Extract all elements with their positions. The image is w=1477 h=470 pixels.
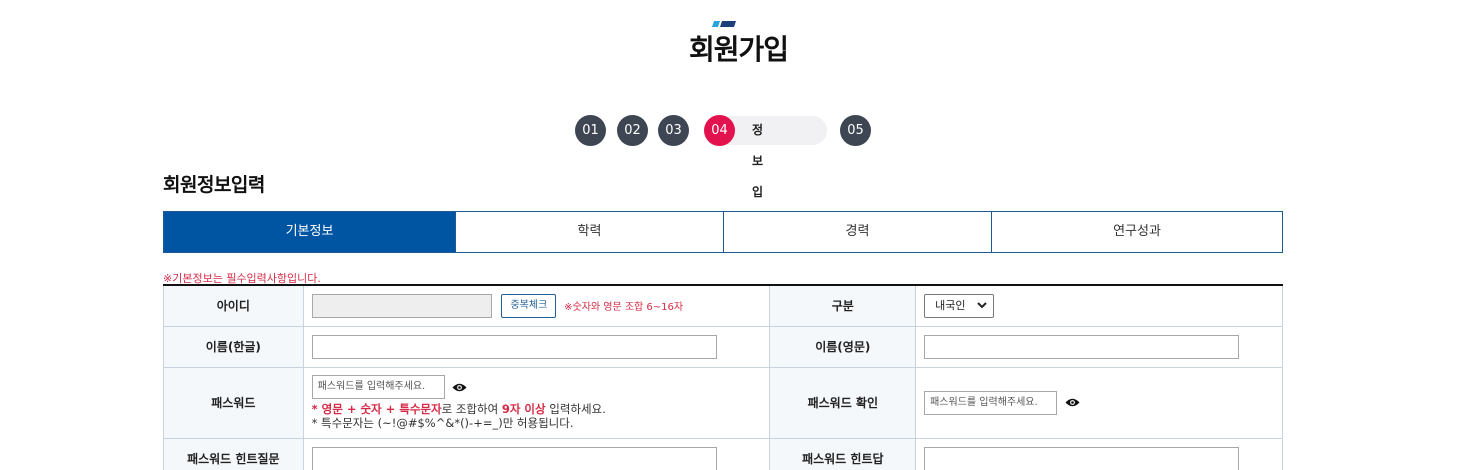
help-highlight-length: 9자 이상 (501, 402, 546, 416)
chevron-down-icon (977, 302, 987, 309)
step-05: 05 (840, 115, 871, 146)
name-kr-cell (302, 325, 771, 368)
password-input[interactable]: 패스워드를 입력해주세요. (311, 375, 445, 399)
hint-answer-cell (915, 437, 1283, 470)
eye-icon[interactable] (1065, 397, 1080, 408)
id-label: 아이디 (163, 284, 304, 327)
tab-basic-info[interactable]: 기본정보 (164, 212, 455, 252)
help-suffix: 입력하세요. (545, 402, 606, 416)
type-select-value: 내국인 (935, 298, 966, 312)
hint-answer-input[interactable] (924, 446, 1240, 470)
id-input[interactable] (311, 293, 492, 318)
row-id: 아이디 중복체크 ※숫자와 영문 조합 6~16자 구분 내국인 (163, 284, 1283, 327)
tab-education[interactable]: 학력 (455, 212, 723, 252)
tab-career[interactable]: 경력 (723, 212, 991, 252)
row-password: 패스워드 패스워드를 입력해주세요. * 영문 + 숫자 + 특수문자로 조합하… (163, 366, 1283, 439)
section-title: 회원정보입력 (163, 174, 265, 196)
password-cell: 패스워드를 입력해주세요. * 영문 + 숫자 + 특수문자로 조합하여 9자 … (302, 366, 771, 439)
duplicate-check-button[interactable]: 중복체크 (501, 293, 557, 318)
step-04: 04 (704, 115, 735, 146)
row-name: 이름(한글) 이름(영문) (163, 325, 1283, 368)
member-form: 아이디 중복체크 ※숫자와 영문 조합 6~16자 구분 내국인 이름(한글) … (163, 284, 1283, 470)
name-en-input[interactable] (924, 334, 1240, 359)
row-hint: 패스워드 힌트질문 패스워드 힌트답 (163, 437, 1283, 470)
type-cell: 내국인 (915, 284, 1283, 327)
name-en-cell (915, 325, 1283, 368)
password-help: * 영문 + 숫자 + 특수문자로 조합하여 9자 이상 입력하세요. * 특수… (312, 402, 770, 430)
tab-research[interactable]: 연구성과 (991, 212, 1282, 252)
password-confirm-label: 패스워드 확인 (769, 366, 917, 439)
name-kr-label: 이름(한글) (163, 325, 304, 368)
password-confirm-cell: 패스워드를 입력해주세요. (915, 366, 1283, 439)
type-select[interactable]: 내국인 (924, 293, 994, 318)
page-title: 회원가입 (688, 33, 789, 66)
id-rule-note: ※숫자와 영문 조합 6~16자 (564, 302, 684, 314)
name-kr-input[interactable] (311, 334, 717, 359)
password-label: 패스워드 (163, 366, 304, 439)
help-highlight-combo: 영문 + 숫자 + 특수문자 (321, 402, 442, 416)
help-prefix: * (311, 402, 322, 416)
hint-answer-label: 패스워드 힌트답 (769, 437, 917, 470)
help-special-chars: * 특수문자는 (~!@#$%^&*()-+=_)만 허용됩니다. (311, 416, 574, 430)
step-01: 01 (575, 115, 606, 146)
help-mid: 로 조합하여 (441, 402, 502, 416)
type-label: 구분 (769, 284, 917, 327)
password-confirm-input[interactable]: 패스워드를 입력해주세요. (924, 390, 1058, 415)
logo-mark (712, 21, 736, 27)
hint-question-label: 패스워드 힌트질문 (163, 437, 304, 470)
id-cell: 중복체크 ※숫자와 영문 조합 6~16자 (302, 284, 771, 327)
hint-question-cell (302, 437, 771, 470)
name-en-label: 이름(영문) (769, 325, 917, 368)
tab-bar: 기본정보 학력 경력 연구성과 (163, 211, 1283, 253)
eye-icon[interactable] (452, 382, 467, 393)
hint-question-input[interactable] (311, 446, 717, 470)
step-03: 03 (658, 115, 689, 146)
step-02: 02 (617, 115, 648, 146)
